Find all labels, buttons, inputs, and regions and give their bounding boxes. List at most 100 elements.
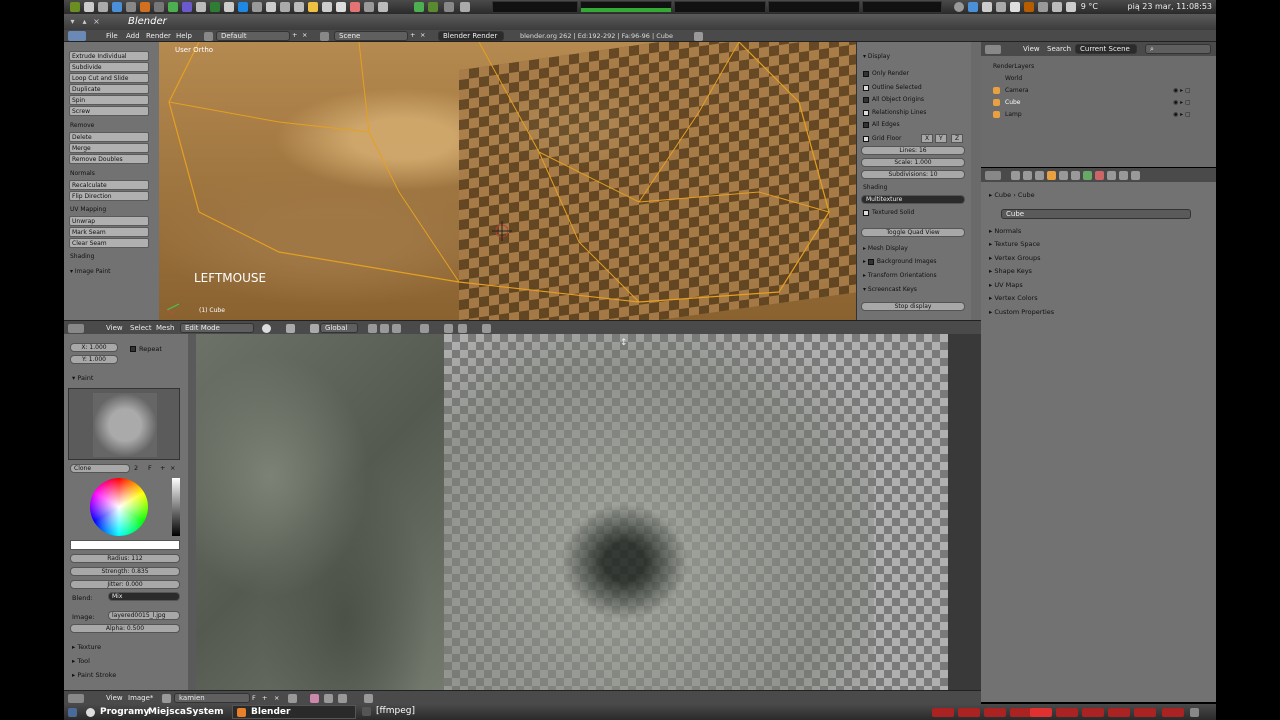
workspace-9[interactable] bbox=[1134, 708, 1156, 717]
workspace-2[interactable] bbox=[958, 708, 980, 717]
outliner-menu-search[interactable]: Search bbox=[1047, 45, 1071, 53]
image-name-field[interactable]: kamien bbox=[174, 693, 250, 703]
tray-app-icon[interactable] bbox=[428, 2, 438, 12]
update-icon[interactable] bbox=[338, 694, 347, 703]
screencast-keys-panel-header[interactable]: ▾ Screencast Keys bbox=[863, 286, 917, 293]
image-browse-icon[interactable] bbox=[162, 694, 171, 703]
grid-floor-checkbox[interactable]: Grid Floor bbox=[863, 135, 901, 142]
browser-icon[interactable] bbox=[112, 2, 122, 12]
background-images-panel-header[interactable]: ▸ Background Images bbox=[863, 258, 937, 265]
menu-render[interactable]: Render bbox=[146, 32, 171, 40]
transform-orientations-panel-header[interactable]: ▸ Transform Orientations bbox=[863, 272, 937, 279]
tray-app-icon[interactable] bbox=[460, 2, 470, 12]
vertex-groups-panel-header[interactable]: ▸ Vertex Groups bbox=[989, 254, 1040, 262]
data-tab-icon[interactable] bbox=[1083, 171, 1092, 180]
axis-y-toggle[interactable]: Y bbox=[935, 134, 947, 143]
firefox-icon[interactable] bbox=[1024, 2, 1034, 12]
add-layout-icon[interactable]: + bbox=[292, 31, 297, 39]
edge-select-icon[interactable] bbox=[380, 324, 389, 333]
keyboard-icon[interactable] bbox=[996, 2, 1006, 12]
merge-button[interactable]: Merge bbox=[69, 143, 149, 153]
mail-icon[interactable] bbox=[196, 2, 206, 12]
workspace-7[interactable] bbox=[1082, 708, 1104, 717]
window-close-icon[interactable]: × bbox=[92, 17, 101, 26]
stop-display-button[interactable]: Stop display bbox=[861, 302, 965, 311]
outliner-editor-icon[interactable] bbox=[985, 45, 1001, 54]
taskbar-blender-window[interactable]: Blender bbox=[232, 705, 356, 719]
brush-fake-user-toggle[interactable]: F bbox=[148, 464, 152, 472]
render-tab-icon[interactable] bbox=[1011, 171, 1020, 180]
visibility-eye-icon[interactable]: ◉ ▸ ▢ bbox=[1173, 111, 1191, 118]
app-launcher-icon[interactable] bbox=[70, 2, 80, 12]
blend-select[interactable]: Mix bbox=[108, 592, 180, 601]
all-edges-checkbox[interactable]: All Edges bbox=[863, 121, 900, 128]
menu-select[interactable]: Select bbox=[130, 324, 152, 332]
workspace-5-active[interactable] bbox=[1030, 708, 1052, 717]
axis-x-toggle[interactable]: X bbox=[921, 134, 934, 143]
visibility-eye-icon[interactable]: ◉ ▸ ▢ bbox=[1173, 87, 1191, 94]
editor-icon[interactable] bbox=[154, 2, 164, 12]
value-slider[interactable] bbox=[172, 478, 180, 536]
viewport-shading-icon[interactable] bbox=[262, 324, 271, 333]
texture-tab-icon[interactable] bbox=[1107, 171, 1116, 180]
alpha-field[interactable]: Alpha: 0.500 bbox=[70, 624, 180, 633]
subdivide-button[interactable]: Subdivide bbox=[69, 62, 149, 72]
image-editor-icon[interactable] bbox=[68, 694, 84, 703]
remove-layout-icon[interactable]: × bbox=[302, 31, 307, 39]
app-icon[interactable] bbox=[378, 2, 388, 12]
outliner-item-world[interactable]: World bbox=[1005, 75, 1022, 82]
jitter-field[interactable]: Jitter: 0.000 bbox=[70, 580, 180, 589]
physics-tab-icon[interactable] bbox=[1131, 171, 1140, 180]
relationship-lines-checkbox[interactable]: Relationship Lines bbox=[863, 109, 926, 116]
grid-lines-field[interactable]: Lines: 16 bbox=[861, 146, 965, 155]
screw-button[interactable]: Screw bbox=[69, 106, 149, 116]
trash-icon[interactable] bbox=[1190, 708, 1199, 717]
material-tab-icon[interactable] bbox=[1095, 171, 1104, 180]
spin-button[interactable]: Spin bbox=[69, 95, 149, 105]
video-icon[interactable] bbox=[336, 2, 346, 12]
clock-app-icon[interactable] bbox=[266, 2, 276, 12]
image-fake-user-toggle[interactable]: F bbox=[252, 694, 256, 702]
viewport-scrollbar[interactable] bbox=[971, 42, 981, 320]
screen-layout-field[interactable]: Default bbox=[216, 31, 290, 41]
clone-image-field[interactable]: layered0015_l.jpg bbox=[108, 611, 180, 620]
tray-app-icon[interactable] bbox=[414, 2, 424, 12]
object-tab-icon[interactable] bbox=[1047, 171, 1056, 180]
taskbar-menu-programs[interactable]: Programy bbox=[100, 707, 149, 717]
extrude-individual-button[interactable]: Extrude Individual bbox=[69, 51, 149, 61]
menu-help[interactable]: Help bbox=[176, 32, 192, 40]
paint-stroke-panel-header[interactable]: ▸ Paint Stroke bbox=[72, 671, 116, 679]
world-tab-icon[interactable] bbox=[1035, 171, 1044, 180]
folder-icon[interactable] bbox=[308, 2, 318, 12]
menu-file[interactable]: File bbox=[106, 32, 118, 40]
network-tray-icon[interactable] bbox=[1066, 2, 1076, 12]
lock-icon[interactable] bbox=[364, 694, 373, 703]
custom-properties-panel-header[interactable]: ▸ Custom Properties bbox=[989, 308, 1054, 316]
recalculate-button[interactable]: Recalculate bbox=[69, 180, 149, 190]
menu-mesh[interactable]: Mesh bbox=[156, 324, 174, 332]
workspace-1[interactable] bbox=[932, 708, 954, 717]
files-icon[interactable] bbox=[84, 2, 94, 12]
tool-shelf-scrollbar[interactable] bbox=[188, 334, 196, 690]
constraints-tab-icon[interactable] bbox=[1059, 171, 1068, 180]
3d-editor-icon[interactable] bbox=[68, 324, 84, 333]
uv-maps-panel-header[interactable]: ▸ UV Maps bbox=[989, 281, 1023, 289]
workspace-3[interactable] bbox=[984, 708, 1006, 717]
texture-space-panel-header[interactable]: ▸ Texture Space bbox=[989, 240, 1040, 248]
texture-panel-header[interactable]: ▸ Texture bbox=[72, 643, 101, 651]
remove-scene-icon[interactable]: × bbox=[420, 31, 425, 39]
terminal-icon[interactable] bbox=[98, 2, 108, 12]
workspace-6[interactable] bbox=[1056, 708, 1078, 717]
properties-editor-icon[interactable] bbox=[985, 171, 1001, 180]
chat-icon[interactable] bbox=[210, 2, 220, 12]
image-menu-image[interactable]: Image* bbox=[128, 694, 153, 702]
record-icon[interactable] bbox=[350, 2, 360, 12]
unwrap-button[interactable]: Unwrap bbox=[69, 216, 149, 226]
taskbar-menu-system[interactable]: System bbox=[186, 707, 224, 717]
window-menu-icon[interactable]: ▾ bbox=[68, 17, 77, 26]
tool-icon[interactable] bbox=[364, 2, 374, 12]
color-wheel[interactable] bbox=[90, 478, 148, 536]
brush-preview[interactable] bbox=[68, 388, 180, 460]
add-scene-icon[interactable]: + bbox=[410, 31, 415, 39]
unlink-image-icon[interactable]: × bbox=[274, 694, 279, 702]
